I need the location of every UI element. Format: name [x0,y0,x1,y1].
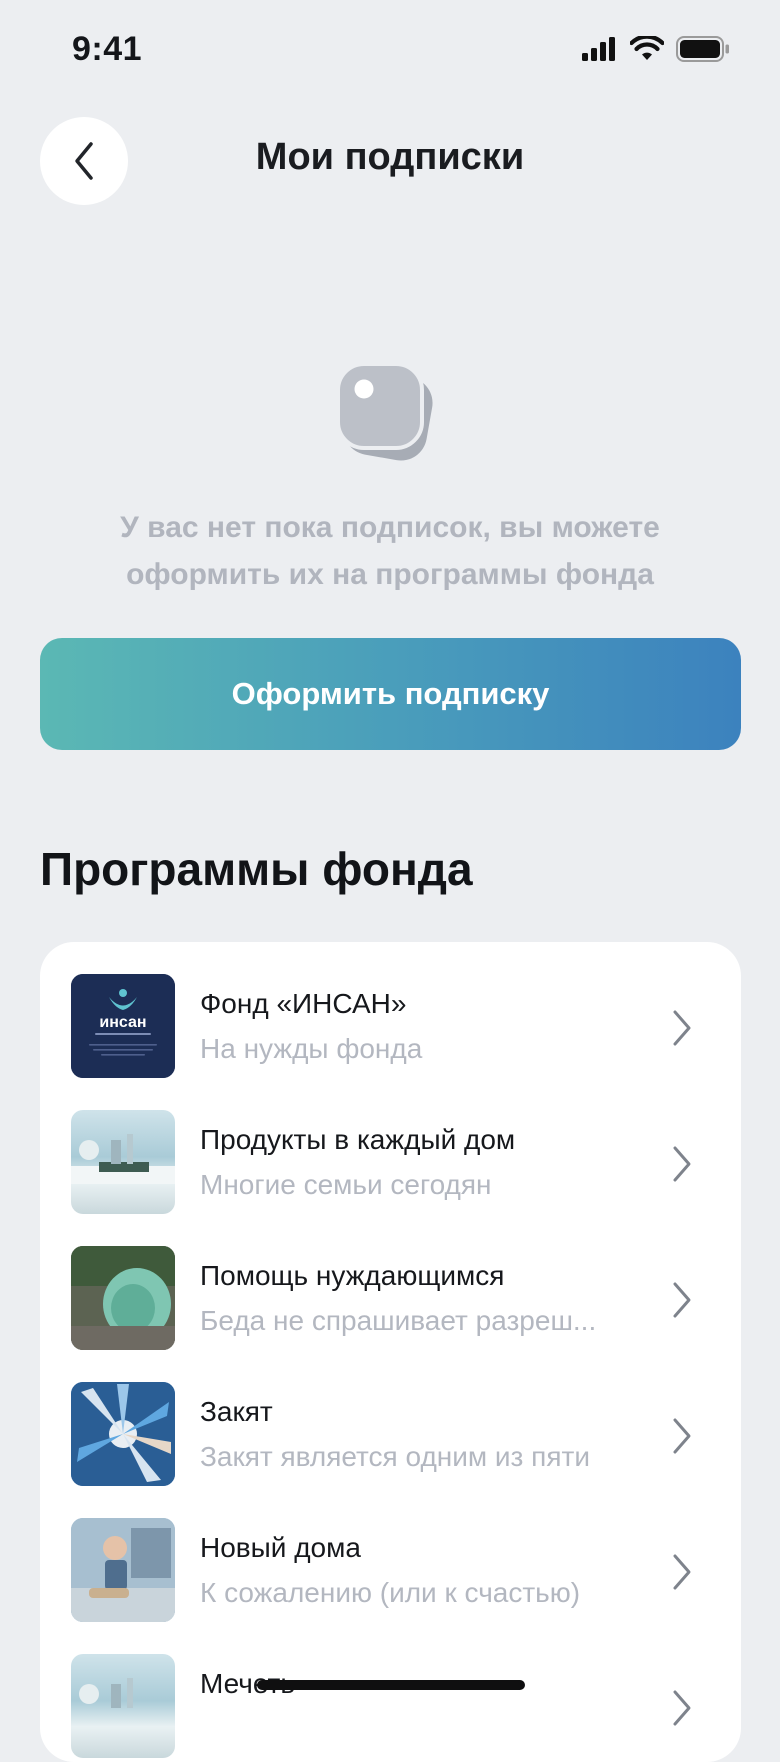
program-subtitle: Закят является одним из пяти [200,1441,590,1472]
program-item-homes[interactable]: Новый дома К сожалению (или к счастью) [40,1486,741,1622]
home-indicator [257,1680,525,1690]
program-thumbnail-homes [71,1518,175,1622]
insan-logo-icon: инсан [71,974,175,1078]
status-icons [582,36,730,62]
status-bar: 9:41 [0,0,780,100]
program-item-insan[interactable]: инсан Фонд «ИНСАН» На нужды фонда [40,942,741,1078]
program-subtitle: Беда не спрашивает разреш... [200,1305,597,1336]
program-title: Фонд «ИНСАН» [200,988,407,1019]
status-time: 9:41 [72,30,143,68]
chevron-right-icon [673,1282,691,1318]
chevron-right-icon [673,1690,691,1726]
chevron-right-icon [673,1146,691,1182]
mosque-photo-image [79,1678,133,1708]
program-title: Новый дома [200,1532,361,1563]
program-thumbnail-mosque [71,1654,175,1758]
empty-subscriptions-icon [336,362,433,461]
program-thumbnail-insan: инсан [71,974,175,1078]
programs-list: инсан Фонд «ИНСАН» На нужды фонда Продук… [40,942,741,1762]
homes-photo-image [71,1518,175,1622]
program-thumbnail-help [71,1246,175,1350]
wifi-icon [630,36,664,60]
zakat-photo-image [71,1382,175,1486]
program-title: Помощь нуждающимся [200,1260,505,1291]
program-item-zakat[interactable]: Закят Закят является одним из пяти [40,1350,741,1486]
chevron-right-icon [673,1554,691,1590]
program-subtitle: На нужды фонда [200,1033,423,1064]
program-thumbnail-food [71,1110,175,1214]
program-title: Продукты в каждый дом [200,1124,516,1155]
program-item-food[interactable]: Продукты в каждый дом Многие семьи сегод… [40,1078,741,1214]
program-title: Закят [200,1396,273,1427]
empty-state-message: У вас нет пока подписок, вы можете оформ… [120,511,660,591]
chevron-right-icon [673,1010,691,1046]
program-subtitle: Многие семьи сегодян [200,1169,492,1200]
cellular-signal-icon [582,37,615,61]
food-photo-image [71,1134,175,1184]
help-photo-image [71,1246,175,1350]
chevron-right-icon [673,1418,691,1454]
subscribe-button[interactable]: Оформить подписку [40,638,741,750]
program-item-mosque[interactable]: Мечеть [40,1622,741,1758]
page-title: Мои подписки [255,136,525,178]
programs-section-title: Программы фонда [40,843,473,895]
program-subtitle: К сожалению (или к счастью) [200,1577,581,1608]
program-item-help[interactable]: Помощь нуждающимся Беда не спрашивает ра… [40,1214,741,1350]
svg-text:инсан: инсан [99,1014,146,1031]
program-thumbnail-zakat [71,1382,175,1486]
battery-icon [676,36,729,62]
